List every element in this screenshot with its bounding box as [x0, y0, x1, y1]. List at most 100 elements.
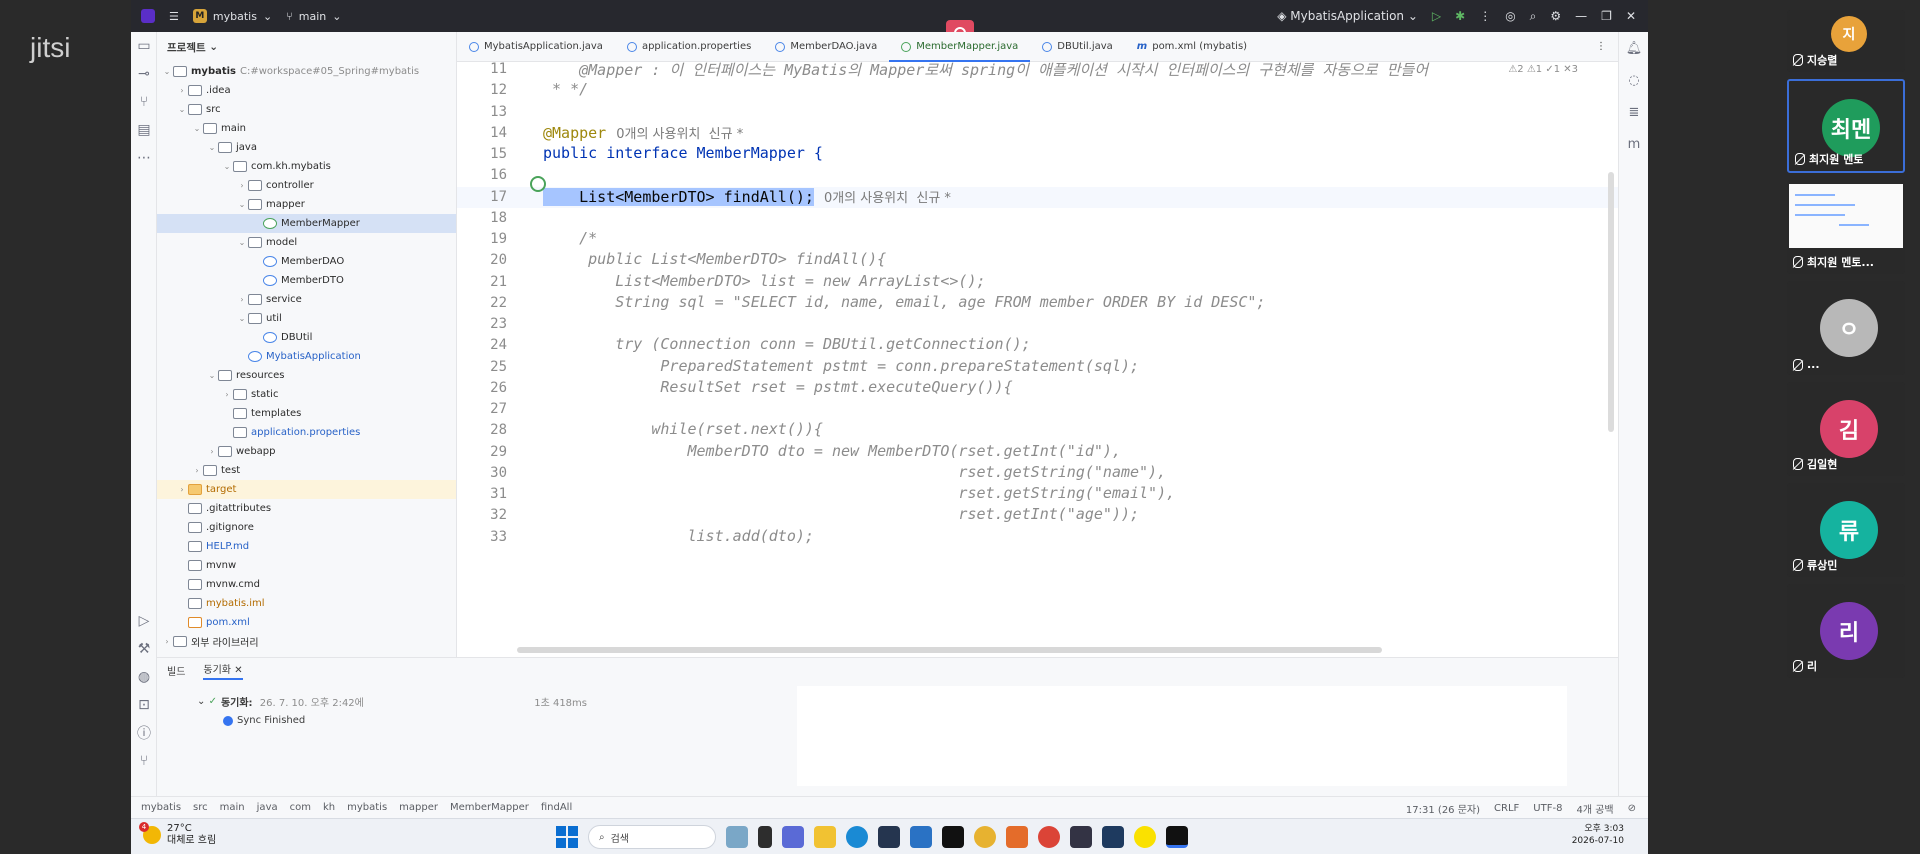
breadcrumb-item[interactable]: java: [257, 802, 278, 813]
participant-tile[interactable]: 최지원 멘토...: [1787, 180, 1905, 274]
vertical-scrollbar[interactable]: [1608, 172, 1614, 432]
code-line[interactable]: @Mapper : 이 인터페이스는 MyBatis의 Mapper로써 spr…: [543, 62, 1437, 80]
database-icon[interactable]: ≣: [1619, 96, 1648, 128]
breadcrumb-item[interactable]: mapper: [399, 802, 438, 813]
taskbar-search[interactable]: ⌕ 검색: [588, 825, 716, 849]
tree-item[interactable]: ⌄ resources: [157, 366, 456, 385]
tree-item[interactable]: ⌄ src: [157, 100, 456, 119]
project-switcher[interactable]: M mybatis ⌄: [192, 9, 272, 23]
services-icon[interactable]: ◍: [131, 663, 157, 691]
expand-chevron-icon[interactable]: ⌄: [206, 371, 218, 380]
search-everywhere-icon[interactable]: ⌕: [1530, 9, 1537, 24]
ai-assistant-icon[interactable]: ◎: [1505, 9, 1515, 23]
breadcrumb-item[interactable]: findAll: [541, 802, 572, 813]
structure-icon[interactable]: ▤: [131, 116, 157, 144]
tree-item[interactable]: › target: [157, 480, 456, 499]
notifications-icon[interactable]: 🔔︎: [1619, 32, 1648, 64]
commit-icon[interactable]: ⊸: [131, 60, 157, 88]
weather-widget[interactable]: 4 27°C 대체로 흐림: [139, 822, 216, 847]
tab-overflow-icon[interactable]: ⋮: [1584, 32, 1618, 62]
code-editor[interactable]: ⚠2 ⚠1 ✓1 ✕3 11 @Mapper : 이 인터페이스는 MyBati…: [457, 62, 1618, 657]
claude-icon[interactable]: [1006, 826, 1028, 848]
project-tool-icon[interactable]: ▭: [131, 32, 157, 60]
run-icon[interactable]: ▷: [1432, 9, 1441, 23]
expand-chevron-icon[interactable]: ›: [191, 466, 203, 475]
pull-requests-icon[interactable]: ⑂: [131, 88, 157, 116]
horizontal-scrollbar[interactable]: [517, 647, 1382, 653]
expand-chevron-icon[interactable]: ⌄: [176, 105, 188, 114]
ai-chat-icon[interactable]: ◌: [1619, 64, 1648, 96]
tree-item[interactable]: › static: [157, 385, 456, 404]
windows-start-icon[interactable]: [556, 826, 578, 848]
lock-icon[interactable]: ⊘: [1628, 803, 1636, 814]
branch-switcher[interactable]: ⑂ main ⌄: [286, 10, 341, 23]
tree-item[interactable]: HELP.md: [157, 537, 456, 556]
tab-file[interactable]: MybatisApplication.java: [457, 32, 615, 62]
tree-item[interactable]: .gitattributes: [157, 499, 456, 518]
tree-item[interactable]: ⌄ mybatis C:#workspace#05_Spring#mybatis: [157, 62, 456, 81]
tree-item[interactable]: › .idea: [157, 81, 456, 100]
taskbar-clock[interactable]: 오후 3:03 2026-07-10: [1572, 823, 1624, 847]
tree-item[interactable]: ⌄ mapper: [157, 195, 456, 214]
mapper-gutter-icon[interactable]: [530, 176, 546, 192]
run-tool-icon[interactable]: ▷: [131, 607, 157, 635]
tree-item[interactable]: application.properties: [157, 423, 456, 442]
participant-tile[interactable]: 류 류상민: [1787, 483, 1905, 577]
tree-item[interactable]: MybatisApplication: [157, 347, 456, 366]
breadcrumb-item[interactable]: src: [193, 802, 208, 813]
expand-chevron-icon[interactable]: ›: [221, 390, 233, 399]
teams-icon[interactable]: [782, 826, 804, 848]
indent-setting[interactable]: 4개 공백: [1576, 801, 1613, 816]
app-icon[interactable]: [1070, 826, 1092, 848]
code-line[interactable]: rset.getString("name"),: [543, 463, 1166, 481]
code-line[interactable]: ResultSet rset = pstmt.executeQuery()){: [543, 378, 1012, 396]
build-output[interactable]: [797, 686, 1567, 786]
tree-item[interactable]: ⌄ java: [157, 138, 456, 157]
code-line[interactable]: public interface MemberMapper {: [543, 144, 823, 162]
tab-file[interactable]: m pom.xml (mybatis): [1125, 32, 1259, 62]
usage-hint[interactable]: 0개의 사용위치 신규 *: [616, 127, 743, 142]
expand-chevron-icon[interactable]: ›: [236, 295, 248, 304]
tab-file[interactable]: DBUtil.java: [1030, 32, 1125, 62]
tree-item[interactable]: mvnw: [157, 556, 456, 575]
code-line[interactable]: public List<MemberDTO> findAll(){: [543, 250, 886, 268]
code-line[interactable]: rset.getInt("age"));: [543, 505, 1139, 523]
tree-item[interactable]: › 외부 라이브러리: [157, 632, 456, 651]
expand-chevron-icon[interactable]: ›: [176, 86, 188, 95]
expand-chevron-icon[interactable]: ›: [236, 181, 248, 190]
breadcrumb-item[interactable]: mybatis: [347, 802, 387, 813]
tree-item[interactable]: .gitignore: [157, 518, 456, 537]
tab-file[interactable]: application.properties: [615, 32, 763, 62]
tree-item[interactable]: MemberDTO: [157, 271, 456, 290]
tree-item[interactable]: ⌄ com.kh.mybatis: [157, 157, 456, 176]
maximize-icon[interactable]: ❐: [1601, 9, 1612, 23]
code-line[interactable]: while(rset.next()){: [543, 420, 823, 438]
file-encoding[interactable]: UTF-8: [1533, 803, 1562, 814]
expand-chevron-icon[interactable]: ›: [176, 485, 188, 494]
tree-item[interactable]: mvnw.cmd: [157, 575, 456, 594]
tree-item[interactable]: DBUtil: [157, 328, 456, 347]
close-icon[interactable]: ✕: [1626, 9, 1636, 23]
breadcrumb-item[interactable]: MemberMapper: [450, 802, 529, 813]
notion-icon[interactable]: [942, 826, 964, 848]
kakaotalk-icon[interactable]: [1134, 826, 1156, 848]
outlook-icon[interactable]: [910, 826, 932, 848]
chrome-icon[interactable]: [1038, 826, 1060, 848]
tree-item[interactable]: MemberMapper: [157, 214, 456, 233]
tree-item[interactable]: MemberDAO: [157, 252, 456, 271]
problems-icon[interactable]: ⓘ: [131, 719, 157, 747]
edge-icon[interactable]: [846, 826, 868, 848]
tab-file[interactable]: MemberMapper.java: [889, 32, 1031, 62]
expand-chevron-icon[interactable]: ⌄: [236, 314, 248, 323]
breadcrumb-item[interactable]: mybatis: [141, 802, 181, 813]
tree-item[interactable]: › service: [157, 290, 456, 309]
expand-chevron-icon[interactable]: ⌄: [161, 67, 173, 76]
expand-chevron-icon[interactable]: ›: [206, 447, 218, 456]
build-tool-icon[interactable]: ⚒: [131, 635, 157, 663]
settings-gear-icon[interactable]: ⚙: [1550, 9, 1561, 23]
code-line[interactable]: List<MemberDTO> findAll(); 0개의 사용위치 신규 *: [543, 187, 951, 206]
code-line[interactable]: * */: [543, 80, 588, 98]
project-panel-header[interactable]: 프로젝트 ⌄: [157, 32, 456, 62]
debug-icon[interactable]: ✱: [1455, 9, 1465, 23]
participant-tile[interactable]: 최멘 최지원 멘토: [1787, 79, 1905, 173]
